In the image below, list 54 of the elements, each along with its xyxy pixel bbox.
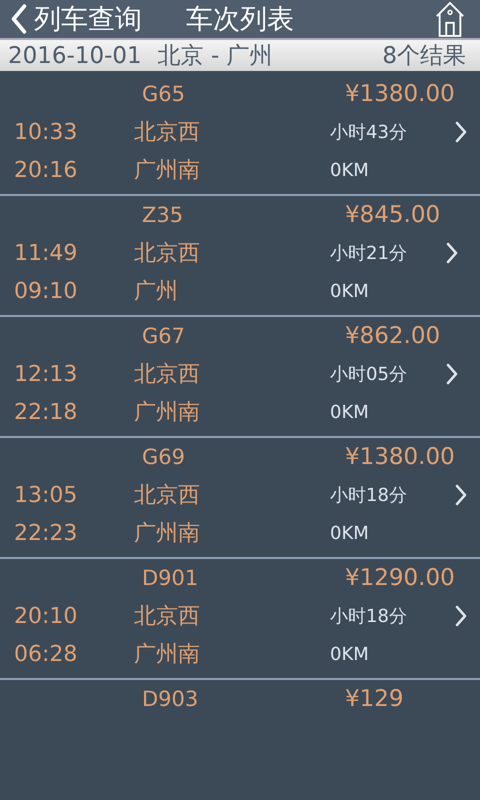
back-button[interactable]: 列车查询 bbox=[10, 1, 142, 37]
price-label: ¥1380.00 bbox=[344, 81, 455, 107]
home-button[interactable] bbox=[434, 0, 466, 38]
train-number: Z35 bbox=[141, 203, 184, 227]
route-label: 北京 - 广州 bbox=[158, 42, 274, 71]
departure-station: 北京西 bbox=[133, 361, 200, 389]
distance-label: 0KM bbox=[329, 280, 369, 302]
departure-time: 11:49 bbox=[13, 240, 78, 266]
back-chevron-icon bbox=[10, 4, 28, 34]
page-title: 车次列表 bbox=[186, 3, 295, 37]
price-label: ¥129 bbox=[344, 686, 404, 712]
distance-label: 0KM bbox=[329, 402, 369, 422]
arrival-station: 广州 bbox=[133, 278, 178, 306]
train-number: G67 bbox=[141, 324, 185, 348]
chevron-icon bbox=[454, 605, 467, 627]
chevron-icon bbox=[454, 484, 467, 506]
arrival-time: 09:10 bbox=[13, 278, 78, 304]
chevron-icon bbox=[446, 242, 458, 264]
price-label: ¥1290.00 bbox=[344, 565, 455, 591]
departure-time: 20:10 bbox=[13, 604, 78, 628]
duration-label: 小时05分 bbox=[329, 363, 407, 386]
departure-time: 12:13 bbox=[13, 362, 78, 386]
arrival-station: 广州南 bbox=[133, 520, 200, 548]
distance-label: 0KM bbox=[329, 160, 369, 180]
duration-label: 小时18分 bbox=[329, 484, 407, 507]
date-label: 2016-10-01 bbox=[8, 42, 142, 68]
distance-label: 0KM bbox=[329, 644, 369, 664]
departure-station: 北京西 bbox=[133, 603, 200, 631]
train-number: D903 bbox=[141, 687, 198, 711]
arrival-time: 22:18 bbox=[13, 400, 78, 424]
arrival-time: 06:28 bbox=[13, 642, 78, 666]
arrival-time: 22:23 bbox=[13, 520, 78, 546]
distance-label: 0KM bbox=[329, 522, 369, 544]
price-label: ¥845.00 bbox=[344, 202, 440, 228]
result-count: 8个结果 bbox=[382, 42, 466, 71]
train-number: D901 bbox=[141, 566, 198, 590]
duration-label: 小时18分 bbox=[329, 605, 407, 628]
arrival-time: 20:16 bbox=[13, 158, 78, 182]
arrival-station: 广州南 bbox=[133, 399, 200, 427]
departure-time: 13:05 bbox=[13, 482, 78, 508]
price-label: ¥1380.00 bbox=[344, 444, 455, 470]
departure-station: 北京西 bbox=[133, 119, 200, 147]
arrival-station: 广州南 bbox=[133, 157, 200, 185]
arrival-station: 广州南 bbox=[133, 641, 200, 669]
departure-station: 北京西 bbox=[133, 240, 200, 268]
duration-label: 小时43分 bbox=[329, 121, 407, 144]
chevron-icon bbox=[454, 121, 467, 143]
departure-time: 10:33 bbox=[13, 120, 78, 144]
train-number: G65 bbox=[141, 82, 185, 106]
chevron-icon bbox=[446, 363, 458, 385]
duration-label: 小时21分 bbox=[329, 242, 407, 265]
price-label: ¥862.00 bbox=[344, 323, 440, 349]
departure-station: 北京西 bbox=[133, 482, 200, 510]
train-number: G69 bbox=[141, 445, 185, 469]
